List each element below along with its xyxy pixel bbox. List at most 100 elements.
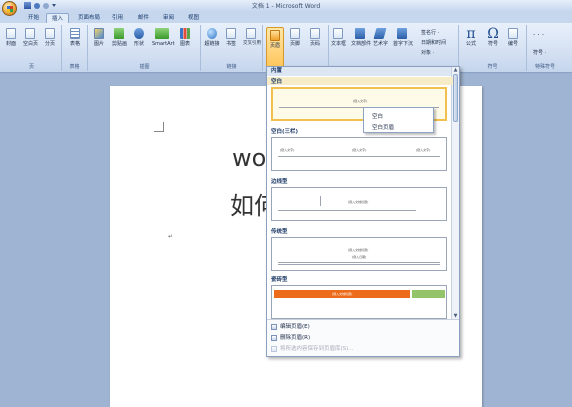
signature-line-button[interactable]: 签名行 · bbox=[421, 29, 439, 36]
picture-button[interactable]: 图片 bbox=[92, 28, 106, 47]
blank-page-label: 空白页 bbox=[23, 41, 39, 47]
omega-icon: Ω bbox=[487, 26, 499, 42]
text-box-label: 文本框 bbox=[331, 41, 347, 47]
smartart-icon bbox=[155, 28, 169, 39]
page-number-label: 页码 bbox=[309, 41, 320, 47]
group-label-links: 链接 bbox=[226, 64, 237, 70]
thumb-placeholder-text: [键入文字] bbox=[416, 148, 431, 152]
cover-page-icon bbox=[6, 28, 16, 39]
window-title: 文档 1 - Microsoft Word bbox=[251, 3, 321, 10]
special-symbol-button[interactable]: 符号 · bbox=[533, 49, 546, 56]
footer-label: 页脚 bbox=[289, 41, 300, 47]
tab-review[interactable]: 审阅 bbox=[163, 13, 174, 23]
gallery-item-three-column[interactable]: [键入文字] [键入文字] [键入文字] bbox=[271, 137, 447, 171]
thumb-placeholder-text: [键入文字] bbox=[280, 148, 295, 152]
gallery-item-blank-label: 空白 bbox=[267, 77, 453, 85]
hyperlink-icon bbox=[207, 28, 217, 39]
scrollbar-thumb[interactable] bbox=[453, 74, 458, 122]
gallery-item-traditional[interactable]: [键入文档标题] [键入日期] bbox=[271, 237, 447, 271]
save-selection-to-gallery-menu-item[interactable]: 将所选内容保存到页眉库(S)... bbox=[271, 344, 354, 354]
tab-insert[interactable]: 插入 bbox=[46, 13, 70, 23]
thumb-placeholder-text: [键入日期] bbox=[352, 255, 367, 259]
numbering-icon bbox=[508, 28, 518, 39]
group-symbols: π 公式 Ω 符号 编号 符号 bbox=[459, 25, 527, 71]
wordart-button[interactable]: 艺术字 bbox=[373, 28, 389, 47]
page-break-icon bbox=[45, 28, 55, 39]
cover-page-label: 封面 bbox=[5, 41, 16, 47]
tile-year-bar bbox=[412, 290, 445, 298]
special-symbol-dots: · · · bbox=[533, 31, 545, 39]
office-button[interactable] bbox=[2, 1, 17, 16]
group-label-pages: 页 bbox=[28, 64, 34, 70]
smartart-button[interactable]: SmartArt bbox=[152, 28, 175, 47]
gallery-item-three-column-label: 空白(三栏) bbox=[271, 129, 299, 135]
header-button[interactable]: 页眉 bbox=[266, 27, 284, 69]
clip-art-button[interactable]: 剪贴画 bbox=[112, 28, 128, 47]
picture-icon bbox=[94, 28, 104, 39]
table-label: 表格 bbox=[69, 41, 80, 47]
blank-page-button[interactable]: 空白页 bbox=[23, 28, 39, 47]
remove-header-menu-item[interactable]: 删除页眉(R) bbox=[271, 333, 310, 343]
thumb-placeholder-text: [键入文字] bbox=[353, 99, 368, 103]
page-number-button[interactable]: 页码 bbox=[308, 28, 322, 47]
edit-header-menu-item[interactable]: 编辑页眉(E) bbox=[271, 322, 310, 332]
tab-home[interactable]: 开始 bbox=[28, 13, 39, 23]
shapes-label: 形状 bbox=[133, 41, 144, 47]
chart-button[interactable]: 图表 bbox=[178, 28, 192, 47]
equation-label: 公式 bbox=[465, 41, 476, 47]
page-break-button[interactable]: 分页 bbox=[43, 28, 57, 47]
equation-button[interactable]: π 公式 bbox=[463, 27, 479, 47]
tab-view[interactable]: 视图 bbox=[188, 13, 199, 23]
tab-page-layout[interactable]: 页面布局 bbox=[78, 13, 100, 23]
hyperlink-button[interactable]: 超链接 bbox=[203, 28, 221, 47]
remove-header-icon bbox=[271, 334, 277, 341]
group-illustrations: 图片 剪贴画 形状 SmartArt 图表 插图 bbox=[89, 25, 201, 71]
page-break-label: 分页 bbox=[44, 41, 55, 47]
date-time-button[interactable]: 日期和时间 bbox=[421, 39, 446, 46]
table-icon bbox=[70, 28, 80, 39]
bookmark-label: 书签 bbox=[225, 41, 236, 47]
scroll-up-icon[interactable]: ▲ bbox=[452, 67, 459, 73]
hyperlink-label: 超链接 bbox=[204, 41, 220, 47]
group-special-symbols: · · · 符号 · 特殊符号 bbox=[527, 25, 563, 71]
quick-parts-button[interactable]: 文档部件 bbox=[351, 28, 372, 47]
title-bar: 文档 1 - Microsoft Word bbox=[0, 0, 572, 11]
group-label-symbols: 符号 bbox=[487, 64, 498, 70]
edit-header-label: 编辑页眉(E) bbox=[280, 324, 310, 330]
thumb-rule bbox=[278, 210, 416, 211]
numbering-button[interactable]: 编号 bbox=[506, 28, 520, 47]
text-box-button[interactable]: 文本框 bbox=[331, 28, 347, 47]
drop-cap-button[interactable]: 首字下沉 bbox=[393, 28, 413, 47]
tooltip-description: 空白页眉 bbox=[372, 125, 395, 131]
thumb-placeholder-text: [键入文字] bbox=[352, 148, 367, 152]
picture-label: 图片 bbox=[93, 41, 104, 47]
group-links: 超链接 书签 交叉引用 链接 bbox=[201, 25, 263, 71]
gallery-item-edge[interactable]: [键入文档标题] bbox=[271, 187, 447, 221]
cover-page-button[interactable]: 封面 bbox=[4, 28, 18, 47]
shapes-button[interactable]: 形状 bbox=[132, 28, 146, 47]
signature-line-label: 签名行 · bbox=[421, 30, 440, 36]
gallery-item-tile[interactable]: [键入文档标题] bbox=[271, 285, 447, 319]
bookmark-button[interactable]: 书签 bbox=[224, 28, 238, 47]
tab-references[interactable]: 引用 bbox=[112, 13, 123, 23]
tab-mailings[interactable]: 邮件 bbox=[138, 13, 149, 23]
cross-reference-button[interactable]: 交叉引用 bbox=[243, 28, 261, 47]
gallery-item-edge-label: 边线型 bbox=[271, 179, 288, 185]
table-button[interactable]: 表格 bbox=[68, 28, 82, 47]
quick-parts-label: 文档部件 bbox=[351, 41, 372, 47]
save-selection-label: 将所选内容保存到页眉库(S)... bbox=[280, 346, 354, 352]
thumb-placeholder-text: [键入文档标题] bbox=[348, 200, 369, 204]
text-cursor-icon: ↵ bbox=[168, 233, 174, 240]
group-header-footer: 页眉 页脚 页码 bbox=[263, 25, 329, 71]
wordart-label: 艺术字 bbox=[373, 41, 389, 47]
margin-corner-mark bbox=[154, 122, 164, 132]
edit-header-icon bbox=[271, 323, 277, 330]
object-button[interactable]: 对象 · bbox=[421, 49, 434, 56]
symbol-button[interactable]: Ω 符号 bbox=[485, 26, 501, 47]
gallery-item-tile-label: 瓷砖型 bbox=[271, 277, 288, 283]
thumb-placeholder-text: [键入文档标题] bbox=[332, 292, 353, 296]
footer-button[interactable]: 页脚 bbox=[288, 28, 302, 47]
gallery-scrollbar[interactable]: ▲ ▼ bbox=[451, 67, 459, 319]
group-label-illustrations: 插图 bbox=[139, 64, 150, 70]
clip-art-label: 剪贴画 bbox=[112, 41, 128, 47]
